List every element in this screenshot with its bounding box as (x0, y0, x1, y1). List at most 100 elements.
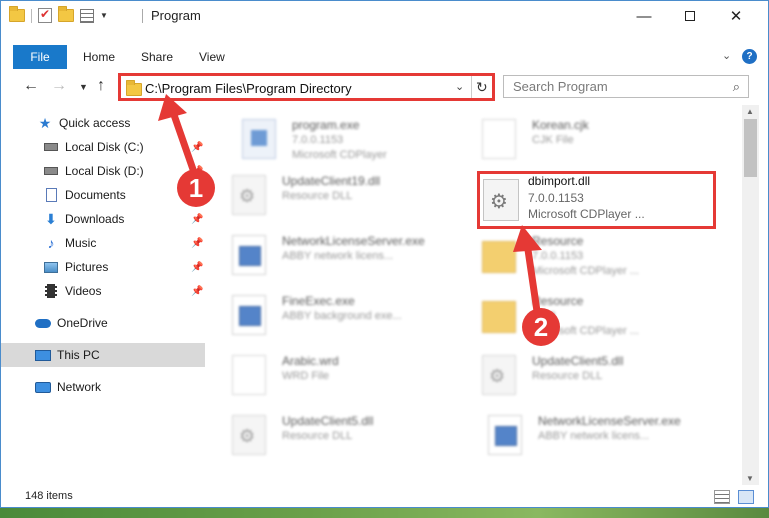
tab-share[interactable]: Share (141, 45, 173, 69)
list-item[interactable]: NetworkLicenseServer.exe ABBY network li… (206, 227, 436, 283)
pin-icon[interactable]: 📌 (191, 286, 203, 297)
list-item[interactable]: Resource 1153 Microsoft CDPlayer ... (456, 287, 686, 343)
sidebar-item-local-disk-c[interactable]: Local Disk (C:) 📌 (1, 135, 205, 159)
list-item[interactable]: UpdateClient5.dll Resource DLL (456, 347, 686, 403)
new-folder-icon[interactable] (58, 6, 74, 22)
download-icon: ⬇ (45, 210, 57, 227)
list-item[interactable]: Korean.cjk CJK File (456, 111, 686, 167)
sidebar-item-label: Quick access (59, 116, 131, 130)
highlighted-file-description: Microsoft CDPlayer ... (528, 207, 645, 221)
list-item[interactable]: FineExec.exe ABBY background exe... (206, 287, 436, 343)
address-path[interactable]: C:\Program Files\Program Directory (145, 81, 352, 96)
highlighted-file-version: 7.0.0.1153 (528, 191, 584, 205)
sidebar-item-quick-access[interactable]: ★ Quick access (1, 111, 205, 135)
minimize-button[interactable]: — (621, 1, 667, 31)
pin-icon[interactable]: 📌 (191, 238, 203, 249)
sidebar-item-videos[interactable]: Videos 📌 (1, 279, 205, 303)
tab-home[interactable]: Home (83, 45, 115, 69)
scrollbar-thumb[interactable] (744, 119, 757, 177)
up-arrow-icon[interactable]: ↑ (97, 77, 105, 95)
list-item[interactable]: Arabic.wrd WRD File (206, 347, 436, 403)
computer-icon (35, 348, 51, 362)
sidebar-item-this-pc[interactable]: This PC (1, 343, 205, 367)
help-icon[interactable]: ? (742, 49, 757, 64)
sidebar-item-downloads[interactable]: ⬇ Downloads 📌 (1, 207, 205, 231)
sidebar-item-music[interactable]: ♪ Music 📌 (1, 231, 205, 255)
list-item[interactable]: Resource 7.0.0.1153 Microsoft CDPlayer .… (456, 227, 686, 283)
file-name: FineExec.exe (282, 294, 355, 308)
file-detail: Resource DLL (282, 430, 353, 442)
file-name: UpdateClient5.dll (532, 354, 624, 368)
pin-icon[interactable]: 📌 (191, 166, 203, 177)
recent-locations-chevron-icon[interactable]: ▼ (79, 82, 88, 92)
file-detail: Microsoft CDPlayer ... (532, 325, 639, 337)
sidebar-item-network[interactable]: Network (1, 375, 205, 399)
explorer-window: ▼ Program — ✕ File Home Share View ⌄ ? ←… (0, 0, 769, 508)
dll-icon (232, 175, 266, 215)
tab-file[interactable]: File (13, 45, 67, 69)
file-detail: Microsoft CDPlayer ... (532, 265, 639, 277)
list-item[interactable]: program.exe 7.0.0.1153 Microsoft CDPlaye… (216, 111, 446, 167)
close-button[interactable]: ✕ (713, 1, 759, 31)
documents-icon (43, 188, 59, 202)
sidebar-item-onedrive[interactable]: OneDrive (1, 311, 205, 335)
search-icon[interactable]: ⌕ (733, 79, 740, 95)
pin-icon[interactable]: 📌 (191, 142, 203, 153)
file-detail: Resource DLL (532, 370, 603, 382)
desktop-background (0, 508, 769, 518)
scroll-down-icon[interactable]: ▼ (746, 474, 754, 483)
navigation-pane: ★ Quick access Local Disk (C:) 📌 Local D… (1, 109, 206, 483)
sidebar-item-label: This PC (57, 348, 100, 362)
file-name: Resource (532, 234, 584, 248)
address-dropdown-chevron-icon[interactable]: ⌄ (455, 80, 464, 93)
drive-icon (43, 140, 59, 154)
sidebar-item-pictures[interactable]: Pictures 📌 (1, 255, 205, 279)
pin-icon[interactable]: 📌 (191, 190, 203, 201)
file-list: program.exe 7.0.0.1153 Microsoft CDPlaye… (206, 105, 742, 485)
file-name: Arabic.wrd (282, 354, 339, 368)
tiles-view-icon[interactable] (738, 490, 754, 504)
address-bar[interactable]: C:\Program Files\Program Directory ⌄ ↻ (118, 73, 495, 101)
address-folder-icon (126, 80, 142, 96)
exe-icon (232, 235, 266, 275)
dll-icon (483, 179, 519, 221)
pictures-icon (43, 260, 59, 274)
document-icon (482, 119, 516, 159)
dll-icon (232, 415, 266, 455)
sidebar-item-label: Videos (65, 284, 102, 298)
refresh-icon[interactable]: ↻ (476, 79, 488, 96)
back-arrow-icon[interactable]: ← (23, 77, 39, 95)
highlighted-file-name: dbimport.dll (528, 174, 591, 188)
drive-icon (43, 164, 59, 178)
videos-icon (43, 284, 59, 298)
customize-toolbar-chevron-icon[interactable]: ▼ (100, 11, 108, 20)
properties-check-icon[interactable] (38, 7, 52, 23)
vertical-scrollbar[interactable]: ▲ ▼ (742, 105, 759, 485)
maximize-icon (685, 11, 695, 21)
sidebar-item-local-disk-d[interactable]: Local Disk (D:) 📌 (1, 159, 205, 183)
window-title: Program (151, 8, 201, 23)
pin-icon[interactable]: 📌 (191, 214, 203, 225)
list-item[interactable]: UpdateClient5.dll Resource DLL (206, 407, 436, 463)
expand-ribbon-chevron-icon[interactable]: ⌄ (722, 49, 731, 62)
list-item[interactable]: NetworkLicenseServer.exe ABBY network li… (462, 407, 692, 463)
list-item[interactable]: UpdateClient19.dll Resource DLL (206, 167, 436, 223)
sidebar-item-documents[interactable]: Documents 📌 (1, 183, 205, 207)
pin-icon[interactable]: 📌 (191, 262, 203, 273)
sidebar-item-label: OneDrive (57, 316, 108, 330)
sidebar-item-label: Downloads (65, 212, 125, 226)
scroll-up-icon[interactable]: ▲ (746, 107, 754, 116)
maximize-button[interactable] (667, 1, 713, 31)
file-detail: 7.0.0.1153 (532, 250, 584, 262)
file-name: program.exe (292, 118, 360, 132)
file-detail: 7.0.0.1153 (292, 134, 344, 146)
file-detail: WRD File (282, 370, 330, 382)
file-detail: 1153 (532, 310, 556, 322)
forward-arrow-icon[interactable]: → (51, 77, 67, 95)
navigation-bar: ← → ▼ ↑ C:\Program Files\Program Directo… (1, 71, 768, 103)
properties-icon[interactable] (80, 8, 94, 23)
file-name: UpdateClient5.dll (282, 414, 374, 428)
tab-view[interactable]: View (199, 45, 225, 69)
details-view-icon[interactable] (714, 490, 730, 504)
search-input[interactable]: Search Program ⌕ (503, 75, 749, 98)
